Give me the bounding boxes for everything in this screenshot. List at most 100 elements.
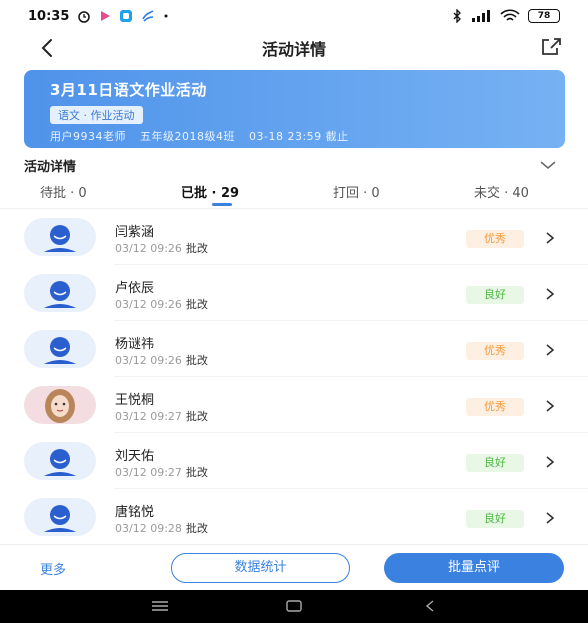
time-value: 03/12 09:27 — [115, 466, 182, 479]
home-icon — [286, 600, 302, 612]
action-label: 批改 — [185, 410, 208, 423]
graded-time: 03/12 09:27 批改 — [115, 464, 208, 480]
default-avatar-icon — [44, 225, 76, 252]
chevron-right-icon — [546, 512, 555, 524]
list-item[interactable]: 唐铭悦 03/12 09:28 批改 良好 — [0, 489, 588, 545]
student-list: 闫紫涵 03/12 09:26 批改 优秀 卢依辰 03/12 09:26 批改 良… — [0, 208, 588, 545]
tab-returned[interactable]: 打回 · 0 — [333, 182, 380, 201]
time-value: 03/12 09:26 — [115, 298, 182, 311]
list-item[interactable]: 卢依辰 03/12 09:26 批改 良好 — [0, 265, 588, 321]
activity-detail-screen: 10:35 78 活动详情 3月11日语文作业活动 语文 · 作业活动 用户99… — [0, 0, 588, 623]
activity-title: 3月11日语文作业活动 — [50, 81, 207, 99]
action-label: 批改 — [185, 298, 208, 311]
section-title: 活动详情 — [24, 159, 77, 175]
avatar — [24, 498, 96, 536]
share-button[interactable] — [538, 35, 564, 59]
status-right: 78 — [452, 9, 560, 23]
batch-review-button[interactable]: 批量点评 — [384, 553, 564, 583]
system-nav-bar — [0, 590, 588, 623]
chevron-right-icon — [546, 232, 555, 244]
default-avatar-icon — [44, 281, 76, 308]
grade-badge: 良好 — [466, 510, 524, 528]
class-name: 五年级2018级4班 — [140, 130, 235, 143]
chevron-right-icon — [546, 456, 555, 468]
data-stats-button[interactable]: 数据统计 — [171, 553, 350, 583]
student-name: 王悦桐 — [115, 393, 155, 408]
alarm-icon — [77, 9, 91, 23]
activity-meta: 用户9934老师 五年级2018级4班 03-18 23:59 截止 — [50, 128, 539, 144]
chevron-right-icon — [546, 400, 555, 412]
app-swirl-icon — [141, 9, 155, 23]
back-triangle-icon — [425, 600, 434, 612]
default-avatar-icon — [44, 337, 76, 364]
app-square-icon — [119, 9, 133, 23]
grade-badge: 优秀 — [466, 230, 524, 248]
time-value: 03/12 09:26 — [115, 242, 182, 255]
section-header: 活动详情 — [24, 154, 564, 176]
video-app-icon — [99, 10, 111, 22]
status-bar: 10:35 78 — [0, 0, 588, 32]
avatar — [24, 330, 96, 368]
menu-icon — [152, 601, 168, 611]
action-label: 批改 — [185, 522, 208, 535]
bluetooth-icon — [452, 9, 462, 23]
graded-time: 03/12 09:26 批改 — [115, 296, 208, 312]
teacher-name: 用户9934老师 — [50, 130, 126, 143]
tab-not-submitted[interactable]: 未交 · 40 — [474, 182, 529, 201]
nav-back-button[interactable] — [420, 598, 440, 618]
wifi-icon — [500, 9, 520, 23]
list-item[interactable]: 刘天佑 03/12 09:27 批改 良好 — [0, 433, 588, 489]
avatar — [24, 218, 96, 256]
share-icon — [542, 38, 561, 55]
action-label: 批改 — [185, 466, 208, 479]
chevron-down-icon — [540, 161, 556, 169]
signal-icon — [470, 10, 492, 22]
time-value: 03/12 09:28 — [115, 522, 182, 535]
student-name: 卢依辰 — [115, 281, 155, 296]
student-name: 闫紫涵 — [115, 225, 155, 240]
default-avatar-icon — [44, 449, 76, 476]
nav-home-button[interactable] — [284, 598, 304, 618]
subject-tag: 语文 · 作业活动 — [50, 106, 143, 124]
activity-card: 3月11日语文作业活动 语文 · 作业活动 用户9934老师 五年级2018级4… — [24, 70, 565, 148]
grade-badge: 优秀 — [466, 398, 524, 416]
action-label: 批改 — [185, 242, 208, 255]
page-title: 活动详情 — [261, 40, 326, 59]
time-value: 03/12 09:27 — [115, 410, 182, 423]
photo-avatar-icon — [45, 389, 75, 423]
student-name: 唐铭悦 — [115, 505, 155, 520]
battery-level: 78 — [537, 11, 551, 21]
avatar — [24, 274, 96, 312]
grade-badge: 优秀 — [466, 342, 524, 360]
status-left: 10:35 — [28, 9, 169, 24]
status-tabs: 待批 · 0 已批 · 29 打回 · 0 未交 · 40 — [0, 182, 588, 208]
more-button[interactable]: 更多 — [40, 559, 66, 578]
time-value: 03/12 09:26 — [115, 354, 182, 367]
action-label: 批改 — [185, 354, 208, 367]
active-tab-indicator — [212, 203, 232, 206]
deadline: 03-18 23:59 截止 — [249, 130, 349, 143]
tab-pending[interactable]: 待批 · 0 — [40, 182, 87, 201]
student-name: 刘天佑 — [115, 449, 155, 464]
chevron-right-icon — [546, 288, 555, 300]
list-item[interactable]: 王悦桐 03/12 09:27 批改 优秀 — [0, 377, 588, 433]
collapse-toggle[interactable] — [538, 157, 558, 173]
grade-badge: 良好 — [466, 454, 524, 472]
battery-icon: 78 — [528, 9, 560, 23]
dot-icon — [163, 13, 169, 19]
student-name: 杨谜祎 — [115, 337, 155, 352]
chevron-right-icon — [546, 344, 555, 356]
graded-time: 03/12 09:26 批改 — [115, 240, 208, 256]
tab-graded[interactable]: 已批 · 29 — [181, 182, 239, 201]
status-time: 10:35 — [28, 8, 70, 24]
avatar — [24, 442, 96, 480]
list-item[interactable]: 杨谜祎 03/12 09:26 批改 优秀 — [0, 321, 588, 377]
graded-time: 03/12 09:27 批改 — [115, 408, 208, 424]
header: 活动详情 — [0, 32, 588, 62]
graded-time: 03/12 09:28 批改 — [115, 520, 208, 536]
grade-badge: 良好 — [466, 286, 524, 304]
nav-menu-button[interactable] — [150, 598, 170, 618]
default-avatar-icon — [44, 505, 76, 532]
avatar — [24, 386, 96, 424]
list-item[interactable]: 闫紫涵 03/12 09:26 批改 优秀 — [0, 209, 588, 265]
